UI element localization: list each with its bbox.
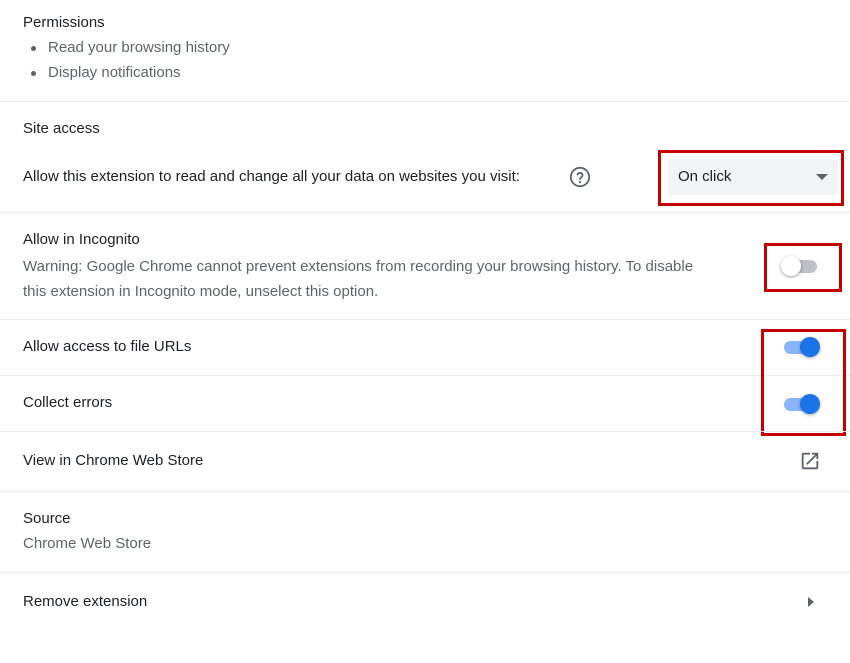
incognito-warning-line1: Warning: Google Chrome cannot prevent ex… [23, 258, 694, 275]
divider [0, 212, 850, 213]
remove-extension-label[interactable]: Remove extension [23, 593, 147, 610]
bullet-icon [31, 46, 36, 51]
divider [0, 101, 850, 102]
site-access-title: Site access [23, 120, 100, 137]
collect-errors-label: Collect errors [23, 394, 113, 411]
permission-label: Display notifications [48, 64, 181, 81]
site-access-dropdown[interactable]: On click [668, 159, 838, 195]
divider [0, 491, 850, 492]
bullet-icon [31, 71, 36, 76]
toggle-knob [781, 256, 801, 276]
source-value: Chrome Web Store [23, 535, 152, 552]
permissions-title: Permissions [23, 14, 105, 31]
incognito-title: Allow in Incognito [23, 231, 140, 248]
list-item: Display notifications [30, 63, 230, 88]
open-in-new-icon[interactable] [799, 450, 821, 472]
incognito-toggle[interactable] [781, 255, 819, 277]
incognito-warning-line2: this extension in Incognito mode, unsele… [23, 283, 379, 300]
chevron-right-icon[interactable] [804, 594, 818, 610]
site-access-prompt: Allow this extension to read and change … [23, 168, 520, 185]
divider [0, 319, 850, 320]
file-urls-label: Allow access to file URLs [23, 338, 192, 355]
dropdown-arrow-icon [816, 174, 828, 180]
help-circle-icon[interactable] [569, 166, 591, 188]
dropdown-selected-value: On click [678, 168, 732, 185]
extension-details-page: Permissions Read your browsing history D… [0, 0, 850, 663]
file-urls-toggle[interactable] [782, 336, 820, 358]
view-in-web-store-link[interactable]: View in Chrome Web Store [23, 452, 203, 469]
toggle-knob [800, 394, 820, 414]
list-item: Read your browsing history [30, 38, 230, 63]
source-title: Source [23, 510, 71, 527]
toggle-knob [800, 337, 820, 357]
divider [0, 375, 850, 376]
collect-errors-toggle[interactable] [782, 393, 820, 415]
permission-label: Read your browsing history [48, 39, 230, 56]
permissions-list: Read your browsing history Display notif… [30, 38, 230, 88]
